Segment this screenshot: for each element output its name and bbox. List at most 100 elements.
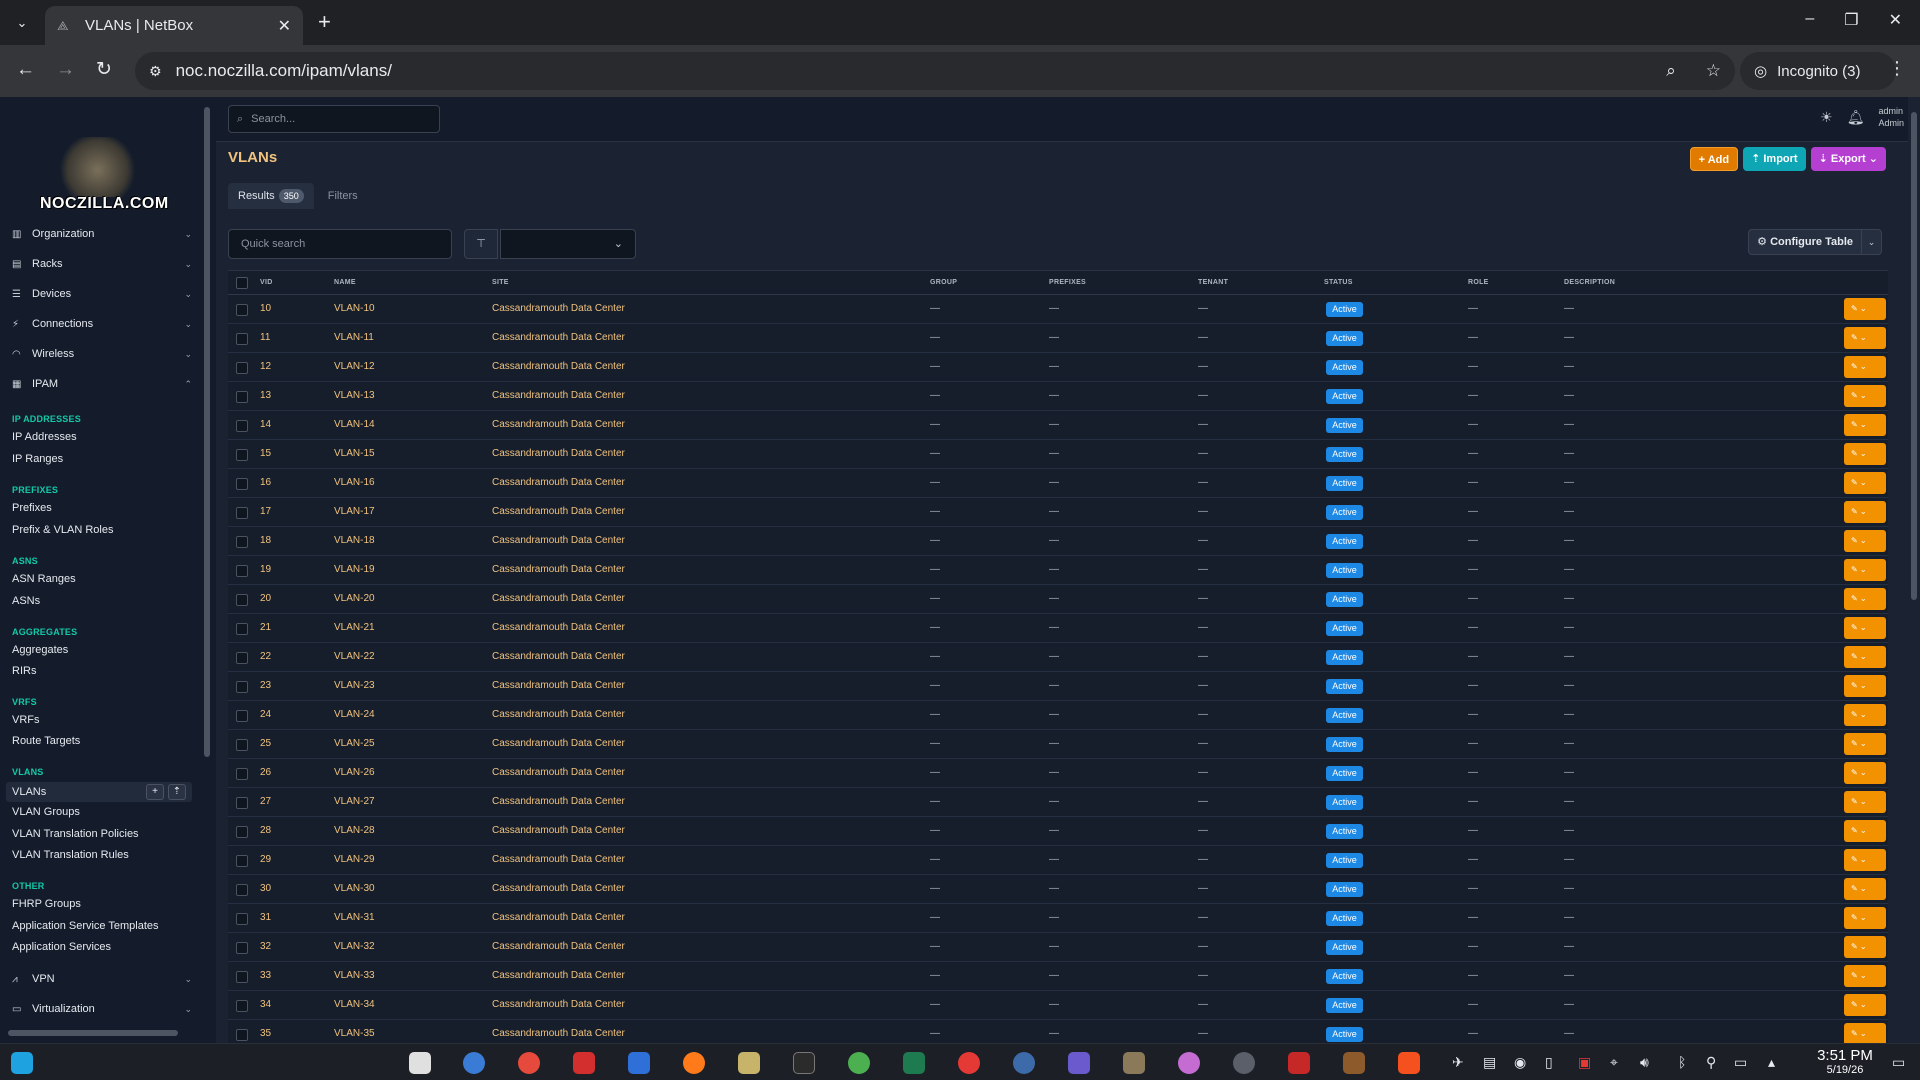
cell-vid[interactable]: 29 [260, 854, 271, 865]
sidebar-link-rirs[interactable]: RIRs [12, 665, 36, 677]
cell-site[interactable]: Cassandramouth Data Center [492, 303, 625, 314]
sidebar-scrollbar[interactable] [201, 97, 213, 1017]
tray-alert-icon[interactable]: ▣ [1578, 1054, 1591, 1071]
vlan-add-button[interactable]: + [146, 784, 164, 800]
tray-pin-icon[interactable]: ✈ [1452, 1054, 1464, 1071]
cell-vid[interactable]: 31 [260, 912, 271, 923]
cell-name[interactable]: VLAN-27 [334, 796, 375, 807]
table-row[interactable]: 23 VLAN-23 Cassandramouth Data Center — — — — —… [228, 672, 1888, 701]
cell-name[interactable]: VLAN-34 [334, 999, 375, 1010]
cell-vid[interactable]: 24 [260, 709, 271, 720]
start-menu-icon[interactable] [11, 1052, 33, 1074]
filezilla-icon[interactable] [573, 1052, 595, 1074]
cell-vid[interactable]: 13 [260, 390, 271, 401]
cell-site[interactable]: Cassandramouth Data Center [492, 361, 625, 372]
cell-site[interactable]: Cassandramouth Data Center [492, 332, 625, 343]
minimize-icon[interactable]: – [1805, 10, 1814, 30]
sidebar-link-route-targets[interactable]: Route Targets [12, 735, 80, 747]
sidebar-link-ip-ranges[interactable]: IP Ranges [12, 453, 63, 465]
import-button[interactable]: ⇡ Import [1743, 147, 1806, 171]
vlan-import-button[interactable]: ⇡ [168, 784, 186, 800]
tray-devices-icon[interactable]: ▯ [1545, 1054, 1553, 1071]
row-edit-button[interactable]: ✎ ⌄ [1844, 559, 1886, 581]
sidebar-link-vlan-translation-policies[interactable]: VLAN Translation Policies [12, 828, 139, 840]
cell-name[interactable]: VLAN-15 [334, 448, 375, 459]
cell-name[interactable]: VLAN-13 [334, 390, 375, 401]
cell-site[interactable]: Cassandramouth Data Center [492, 767, 625, 778]
zoom-icon[interactable]: ⌕ [1666, 61, 1676, 81]
cell-vid[interactable]: 23 [260, 680, 271, 691]
file-manager-icon[interactable] [738, 1052, 760, 1074]
cell-vid[interactable]: 26 [260, 767, 271, 778]
row-checkbox[interactable] [236, 739, 248, 751]
row-checkbox[interactable] [236, 304, 248, 316]
cell-name[interactable]: VLAN-12 [334, 361, 375, 372]
select-all-checkbox[interactable] [236, 277, 248, 289]
cell-name[interactable]: VLAN-28 [334, 825, 375, 836]
sidebar-scroll-thumb[interactable] [204, 107, 210, 757]
gimp-icon[interactable] [1123, 1052, 1145, 1074]
tray-steam-icon[interactable]: ◉ [1514, 1054, 1526, 1071]
col-description[interactable]: DESCRIPTION [1564, 279, 1615, 286]
cell-name[interactable]: VLAN-19 [334, 564, 375, 575]
address-bar[interactable]: ⚙ noc.noczilla.com/ipam/vlans/ ⌕ ☆ [135, 52, 1735, 90]
cell-vid[interactable]: 22 [260, 651, 271, 662]
cell-site[interactable]: Cassandramouth Data Center [492, 999, 625, 1010]
notifications-bell-icon[interactable]: 🔔︎ [1847, 109, 1865, 126]
cell-vid[interactable]: 15 [260, 448, 271, 459]
sidebar-menu-ipam[interactable]: ▦ IPAM ⌃ [12, 372, 192, 396]
row-edit-button[interactable]: ✎ ⌄ [1844, 907, 1886, 929]
tray-location-icon[interactable]: ⌖ [1610, 1054, 1618, 1071]
cell-vid[interactable]: 25 [260, 738, 271, 749]
tray-usb-icon[interactable]: ⚲ [1706, 1054, 1716, 1071]
row-edit-button[interactable]: ✎ ⌄ [1844, 849, 1886, 871]
user-menu[interactable]: admin Admin [1878, 105, 1904, 129]
row-checkbox[interactable] [236, 855, 248, 867]
cell-name[interactable]: VLAN-20 [334, 593, 375, 604]
noczilla-logo[interactable]: NOCZILLA.COM [40, 137, 168, 217]
cell-site[interactable]: Cassandramouth Data Center [492, 477, 625, 488]
color-app-icon[interactable] [958, 1052, 980, 1074]
brave-icon[interactable] [1398, 1052, 1420, 1074]
table-row[interactable]: 26 VLAN-26 Cassandramouth Data Center — — — — —… [228, 759, 1888, 788]
site-info-icon[interactable]: ⚙ [149, 63, 162, 80]
cell-vid[interactable]: 20 [260, 593, 271, 604]
filter-icon[interactable]: ⊤ [464, 229, 498, 259]
close-tab-icon[interactable]: ✕ [278, 16, 291, 36]
col-vid[interactable]: VID [260, 279, 273, 286]
sidebar-menu-connections[interactable]: ⚡ Connections ⌄ [12, 312, 192, 336]
cell-name[interactable]: VLAN-33 [334, 970, 375, 981]
col-tenant[interactable]: TENANT [1198, 279, 1228, 286]
table-row[interactable]: 18 VLAN-18 Cassandramouth Data Center — — — — —… [228, 527, 1888, 556]
row-checkbox[interactable] [236, 971, 248, 983]
row-edit-button[interactable]: ✎ ⌄ [1844, 675, 1886, 697]
cell-site[interactable]: Cassandramouth Data Center [492, 1028, 625, 1039]
row-checkbox[interactable] [236, 536, 248, 548]
row-edit-button[interactable]: ✎ ⌄ [1844, 356, 1886, 378]
cell-site[interactable]: Cassandramouth Data Center [492, 854, 625, 865]
cell-site[interactable]: Cassandramouth Data Center [492, 825, 625, 836]
row-edit-button[interactable]: ✎ ⌄ [1844, 646, 1886, 668]
row-checkbox[interactable] [236, 565, 248, 577]
cell-vid[interactable]: 21 [260, 622, 271, 633]
table-row[interactable]: 17 VLAN-17 Cassandramouth Data Center — — — — —… [228, 498, 1888, 527]
row-checkbox[interactable] [236, 507, 248, 519]
cell-name[interactable]: VLAN-29 [334, 854, 375, 865]
row-checkbox[interactable] [236, 826, 248, 838]
table-row[interactable]: 12 VLAN-12 Cassandramouth Data Center — — — — —… [228, 353, 1888, 382]
table-row[interactable]: 29 VLAN-29 Cassandramouth Data Center — — — — —… [228, 846, 1888, 875]
row-checkbox[interactable] [236, 391, 248, 403]
row-edit-button[interactable]: ✎ ⌄ [1844, 791, 1886, 813]
col-role[interactable]: ROLE [1468, 279, 1489, 286]
row-edit-button[interactable]: ✎ ⌄ [1844, 733, 1886, 755]
row-edit-button[interactable]: ✎ ⌄ [1844, 588, 1886, 610]
cell-vid[interactable]: 27 [260, 796, 271, 807]
cell-name[interactable]: VLAN-17 [334, 506, 375, 517]
col-status[interactable]: STATUS [1324, 279, 1353, 286]
sidebar-link-ip-addresses[interactable]: IP Addresses [12, 431, 77, 443]
sidebar-menu-devices[interactable]: ☰ Devices ⌄ [12, 282, 192, 306]
incognito-indicator[interactable]: ◎ Incognito (3) [1740, 52, 1896, 90]
sidebar-link-aggregates[interactable]: Aggregates [12, 644, 68, 656]
cell-name[interactable]: VLAN-24 [334, 709, 375, 720]
cell-name[interactable]: VLAN-35 [334, 1028, 375, 1039]
